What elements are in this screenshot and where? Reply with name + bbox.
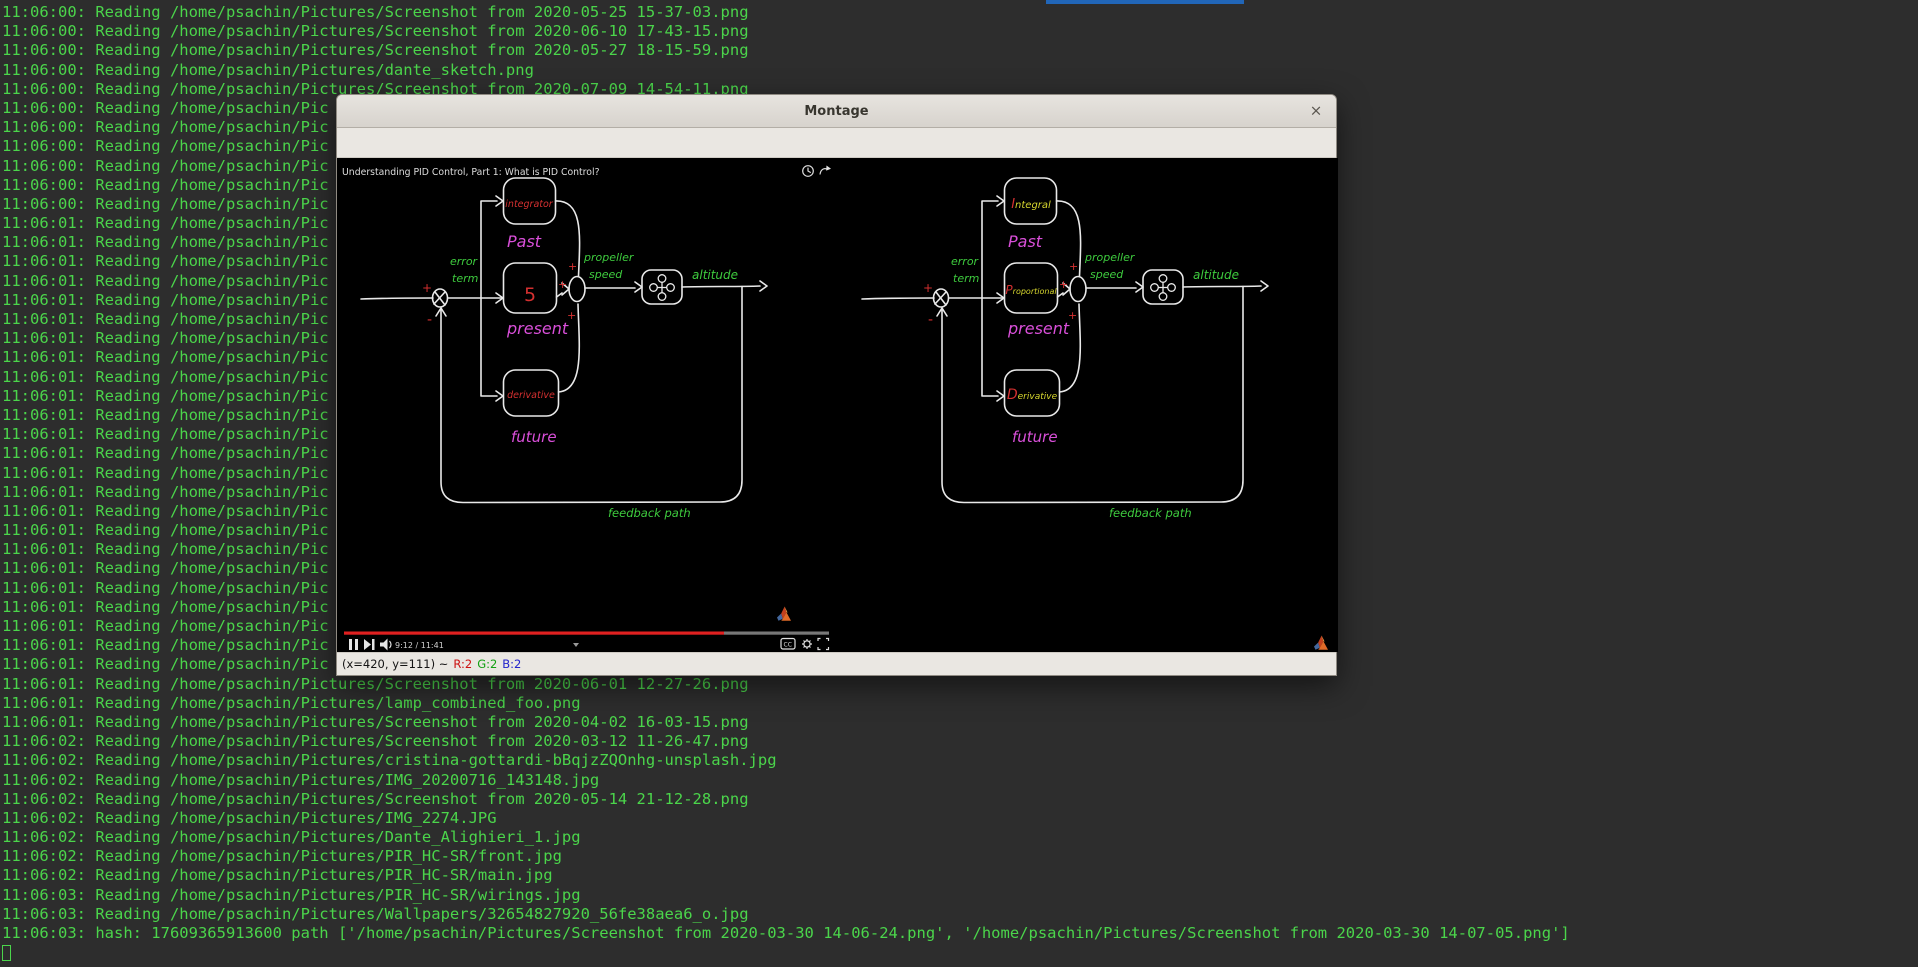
error-label-1: error	[951, 255, 980, 268]
sum-minus-sign: -	[928, 312, 933, 328]
altitude-label: altitude	[1193, 268, 1239, 282]
watch-later-icon	[803, 166, 814, 177]
terminal-cursor	[2, 945, 11, 961]
terminal-log-line: 11:06:00: Reading /home/psachin/Pictures…	[2, 61, 1918, 80]
window-toolbar	[337, 128, 1336, 158]
terminal-log-line: 11:06:00: Reading /home/psachin/Pictures…	[2, 41, 1918, 60]
top-box-label: integrator	[505, 199, 554, 210]
window-statusbar: (x=420, y=111) ~ R:2 G:2 B:2	[337, 652, 1336, 675]
pixel-green-value: G:2	[477, 657, 497, 671]
terminal-log-line: 11:06:01: Reading /home/psachin/Pictures…	[2, 713, 1918, 732]
feedback-path-label: feedback path	[608, 506, 691, 520]
propeller-label-1: propeller	[1084, 251, 1136, 264]
pid-diagram-right: Integral Past Proportional present Deriv…	[838, 158, 1338, 652]
diagram-sketch	[862, 178, 1268, 503]
terminal-log-line: 11:06:02: Reading /home/psachin/Pictures…	[2, 828, 1918, 847]
future-label: future	[511, 428, 557, 446]
pixel-red-value: R:2	[453, 657, 472, 671]
montage-content: Understanding PID Control, Part 1: What …	[337, 158, 1336, 652]
propeller-label-2: speed	[1090, 268, 1124, 281]
sum-plus-sign: +	[422, 281, 432, 295]
error-label-2: term	[452, 272, 478, 285]
top-accent-bar	[1046, 0, 1244, 4]
chapter-caret-icon	[573, 643, 579, 647]
terminal-log-line: 11:06:00: Reading /home/psachin/Pictures…	[2, 22, 1918, 41]
terminal-log-line: 11:06:02: Reading /home/psachin/Pictures…	[2, 751, 1918, 770]
settings-gear-icon	[802, 639, 812, 649]
terminal-log-line: 11:06:02: Reading /home/psachin/Pictures…	[2, 790, 1918, 809]
mid-box-label: 5	[524, 284, 536, 306]
error-label-1: error	[450, 255, 479, 268]
svg-text:CC: CC	[784, 642, 792, 649]
video-title: Understanding PID Control, Part 1: What …	[342, 167, 600, 178]
present-label: present	[506, 319, 569, 338]
matlab-logo-icon	[777, 607, 791, 621]
past-label: Past	[507, 232, 542, 251]
terminal-log-line: 11:06:02: Reading /home/psachin/Pictures…	[2, 771, 1918, 790]
share-icon	[820, 166, 831, 175]
bottom-box-label: derivative	[507, 390, 555, 401]
captions-icon: CC	[781, 639, 795, 650]
sum2-plus-top: +	[568, 260, 577, 273]
montage-window: Montage × Understanding PID Control, Par…	[336, 94, 1337, 676]
feedback-path-label: feedback path	[1109, 506, 1192, 520]
future-label: future	[1012, 428, 1058, 446]
sum2-plus-left: +	[558, 278, 567, 291]
terminal-log-line: 11:06:02: Reading /home/psachin/Pictures…	[2, 732, 1918, 751]
sum2-plus-bottom: +	[567, 309, 576, 322]
sum2-plus-left: +	[1059, 278, 1068, 291]
sum-minus-sign: -	[427, 312, 432, 328]
fullscreen-icon	[818, 639, 829, 650]
propeller-label-1: propeller	[583, 251, 635, 264]
terminal-log-line: 11:06:00: Reading /home/psachin/Pictures…	[2, 3, 1918, 22]
mid-box-label: Proportional	[1005, 283, 1057, 297]
altitude-label: altitude	[692, 268, 738, 282]
montage-image-right[interactable]: Integral Past Proportional present Deriv…	[838, 158, 1338, 652]
pid-diagram-left: Understanding PID Control, Part 1: What …	[337, 158, 837, 652]
terminal-log-line: 11:06:02: Reading /home/psachin/Pictures…	[2, 866, 1918, 885]
matlab-logo-icon	[1314, 636, 1328, 650]
pause-icon	[349, 639, 358, 650]
top-box-label: Integral	[1011, 197, 1051, 212]
terminal-log-line: 11:06:01: Reading /home/psachin/Pictures…	[2, 694, 1918, 713]
terminal-log-line: 11:06:03: Reading /home/psachin/Pictures…	[2, 886, 1918, 905]
sum2-plus-top: +	[1069, 260, 1078, 273]
propeller-label-2: speed	[589, 268, 623, 281]
volume-icon	[380, 639, 391, 651]
present-label: present	[1007, 319, 1070, 338]
sum-plus-sign: +	[923, 281, 933, 295]
bottom-box-label: Derivative	[1007, 387, 1058, 403]
terminal-log-line: 11:06:03: hash: 17609365913600 path ['/h…	[2, 924, 1918, 943]
terminal-log-line: 11:06:01: Reading /home/psachin/Pictures…	[2, 675, 1918, 694]
montage-image-left[interactable]: Understanding PID Control, Part 1: What …	[337, 158, 837, 652]
pixel-blue-value: B:2	[502, 657, 521, 671]
close-button[interactable]: ×	[1306, 104, 1326, 119]
video-player-controls: 9:12 / 11:41 CC	[344, 632, 829, 651]
terminal-log-line: 11:06:02: Reading /home/psachin/Pictures…	[2, 809, 1918, 828]
next-icon	[364, 639, 375, 650]
window-title: Montage	[804, 104, 868, 119]
video-time: 9:12 / 11:41	[395, 641, 444, 650]
error-label-2: term	[953, 272, 979, 285]
terminal-log-line: 11:06:02: Reading /home/psachin/Pictures…	[2, 847, 1918, 866]
past-label: Past	[1008, 232, 1043, 251]
window-titlebar[interactable]: Montage ×	[337, 95, 1336, 128]
pixel-coords: (x=420, y=111) ~	[342, 657, 448, 671]
quadcopter-icon	[1151, 275, 1176, 301]
quadcopter-icon	[650, 275, 675, 301]
terminal-log-line: 11:06:03: Reading /home/psachin/Pictures…	[2, 905, 1918, 924]
diagram-sketch	[361, 178, 767, 503]
sum2-plus-bottom: +	[1068, 309, 1077, 322]
